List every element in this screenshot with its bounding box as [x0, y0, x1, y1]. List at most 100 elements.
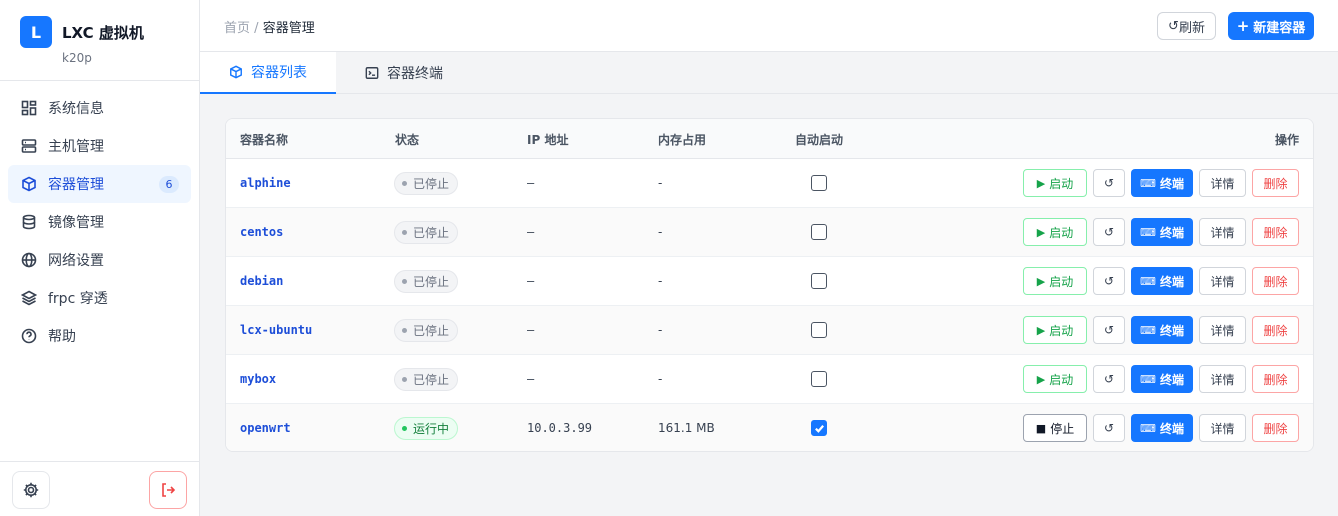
tab-label: 容器终端 — [387, 66, 443, 82]
terminal-button[interactable]: ⌨ 终端 — [1131, 267, 1193, 295]
terminal-button[interactable]: ⌨ 终端 — [1131, 169, 1193, 197]
container-name[interactable]: lcx-ubuntu — [240, 323, 312, 337]
refresh-button[interactable]: ↺ 刷新 — [1157, 12, 1216, 40]
play-icon: ▶ — [1036, 323, 1046, 337]
status-text: 已停止 — [413, 177, 450, 191]
delete-button[interactable]: 删除 — [1252, 267, 1299, 295]
sidebar-item-containers[interactable]: 容器管理 6 — [8, 165, 191, 203]
start-button[interactable]: ▶ 启动 — [1023, 316, 1087, 344]
sidebar-item-host[interactable]: 主机管理 — [8, 127, 191, 165]
keyboard-icon: ⌨ — [1140, 421, 1156, 435]
autostart-checkbox[interactable] — [811, 322, 827, 338]
terminal-button[interactable]: ⌨ 终端 — [1131, 218, 1193, 246]
status-dot — [402, 328, 407, 333]
table-row: lcx-ubuntu 已停止 – - ▶ 启动 ↺ ⌨ 终端 详情 删除 — [226, 306, 1313, 355]
sidebar-nav: 系统信息 主机管理 容器管理 6 镜像管理 网络设置 frpc 穿透 帮助 — [0, 81, 199, 355]
column-header-name: 容器名称 — [240, 133, 289, 147]
container-name[interactable]: debian — [240, 274, 283, 288]
delete-button[interactable]: 删除 — [1252, 414, 1299, 442]
column-header-memory: 内存占用 — [658, 133, 707, 147]
help-icon — [21, 328, 37, 344]
column-header-actions: 操作 — [1274, 133, 1299, 147]
sidebar-item-help[interactable]: 帮助 — [8, 317, 191, 355]
play-icon: ▶ — [1036, 176, 1046, 190]
stop-label: 停止 — [1050, 421, 1075, 436]
restart-icon: ↺ — [1103, 323, 1115, 337]
sidebar-item-network[interactable]: 网络设置 — [8, 241, 191, 279]
ip-address: – — [527, 323, 535, 337]
status-dot — [402, 426, 407, 431]
gear-icon — [23, 482, 39, 498]
logout-button[interactable] — [149, 471, 187, 509]
detail-button[interactable]: 详情 — [1199, 414, 1246, 442]
tab-container-list[interactable]: 容器列表 — [200, 52, 336, 94]
globe-icon — [21, 252, 37, 268]
settings-button[interactable] — [12, 471, 50, 509]
autostart-checkbox[interactable] — [811, 420, 827, 436]
detail-button[interactable]: 详情 — [1199, 169, 1246, 197]
detail-button[interactable]: 详情 — [1199, 218, 1246, 246]
autostart-checkbox[interactable] — [811, 371, 827, 387]
restart-icon: ↺ — [1103, 176, 1115, 190]
table-row: alphine 已停止 – - ▶ 启动 ↺ ⌨ 终端 详情 删除 — [226, 159, 1313, 208]
tab-container-terminal[interactable]: 容器终端 — [336, 52, 476, 94]
restart-button[interactable]: ↺ — [1093, 169, 1125, 197]
dashboard-icon — [21, 100, 37, 116]
detail-button[interactable]: 详情 — [1199, 365, 1246, 393]
sidebar-item-system-info[interactable]: 系统信息 — [8, 89, 191, 127]
memory-usage: - — [658, 225, 663, 239]
check-icon — [814, 424, 824, 433]
restart-icon: ↺ — [1103, 421, 1115, 435]
container-name[interactable]: mybox — [240, 372, 276, 386]
restart-button[interactable]: ↺ — [1093, 365, 1125, 393]
detail-button[interactable]: 详情 — [1199, 267, 1246, 295]
breadcrumb-home[interactable]: 首页 — [224, 21, 250, 36]
container-name[interactable]: alphine — [240, 176, 291, 190]
sidebar-item-label: 镜像管理 — [48, 215, 104, 231]
restart-button[interactable]: ↺ — [1093, 267, 1125, 295]
container-name[interactable]: centos — [240, 225, 283, 239]
terminal-button[interactable]: ⌨ 终端 — [1131, 365, 1193, 393]
autostart-checkbox[interactable] — [811, 175, 827, 191]
terminal-button[interactable]: ⌨ 终端 — [1131, 316, 1193, 344]
restart-button[interactable]: ↺ — [1093, 414, 1125, 442]
refresh-icon: ↺ — [1168, 18, 1179, 34]
status-dot — [402, 377, 407, 382]
ip-address: 10.0.3.99 — [527, 421, 593, 435]
column-header-autostart: 自动启动 — [795, 133, 844, 147]
stop-button[interactable]: ■ 停止 — [1023, 414, 1087, 442]
start-button[interactable]: ▶ 启动 — [1023, 365, 1087, 393]
sidebar-item-frpc[interactable]: frpc 穿透 — [8, 279, 191, 317]
start-button[interactable]: ▶ 启动 — [1023, 169, 1087, 197]
detail-button[interactable]: 详情 — [1199, 316, 1246, 344]
terminal-button[interactable]: ⌨ 终端 — [1131, 414, 1193, 442]
delete-button[interactable]: 删除 — [1252, 316, 1299, 344]
restart-icon: ↺ — [1103, 274, 1115, 288]
delete-label: 删除 — [1263, 274, 1288, 289]
delete-button[interactable]: 删除 — [1252, 365, 1299, 393]
start-button[interactable]: ▶ 启动 — [1023, 267, 1087, 295]
restart-button[interactable]: ↺ — [1093, 316, 1125, 344]
delete-button[interactable]: 删除 — [1252, 218, 1299, 246]
container-name[interactable]: openwrt — [240, 421, 291, 435]
status-dot — [402, 230, 407, 235]
restart-button[interactable]: ↺ — [1093, 218, 1125, 246]
terminal-label: 终端 — [1159, 323, 1184, 338]
table-row: mybox 已停止 – - ▶ 启动 ↺ ⌨ 终端 详情 删除 — [226, 355, 1313, 404]
status-badge: 已停止 — [394, 368, 459, 391]
sidebar-item-label: 帮助 — [48, 329, 76, 345]
detail-label: 详情 — [1210, 372, 1235, 387]
new-container-button[interactable]: + 新建容器 — [1228, 12, 1314, 40]
ip-address: – — [527, 176, 535, 190]
start-label: 启动 — [1049, 323, 1074, 338]
host-name: k20p — [62, 51, 92, 65]
database-icon — [21, 214, 37, 230]
start-label: 启动 — [1049, 372, 1074, 387]
sidebar: L LXC 虚拟机 k20p 系统信息 主机管理 容器管理 6 镜像管理 网络设… — [0, 0, 200, 516]
autostart-checkbox[interactable] — [811, 224, 827, 240]
sidebar-item-images[interactable]: 镜像管理 — [8, 203, 191, 241]
start-button[interactable]: ▶ 启动 — [1023, 218, 1087, 246]
delete-button[interactable]: 删除 — [1252, 169, 1299, 197]
container-count-badge: 6 — [159, 176, 179, 193]
autostart-checkbox[interactable] — [811, 273, 827, 289]
